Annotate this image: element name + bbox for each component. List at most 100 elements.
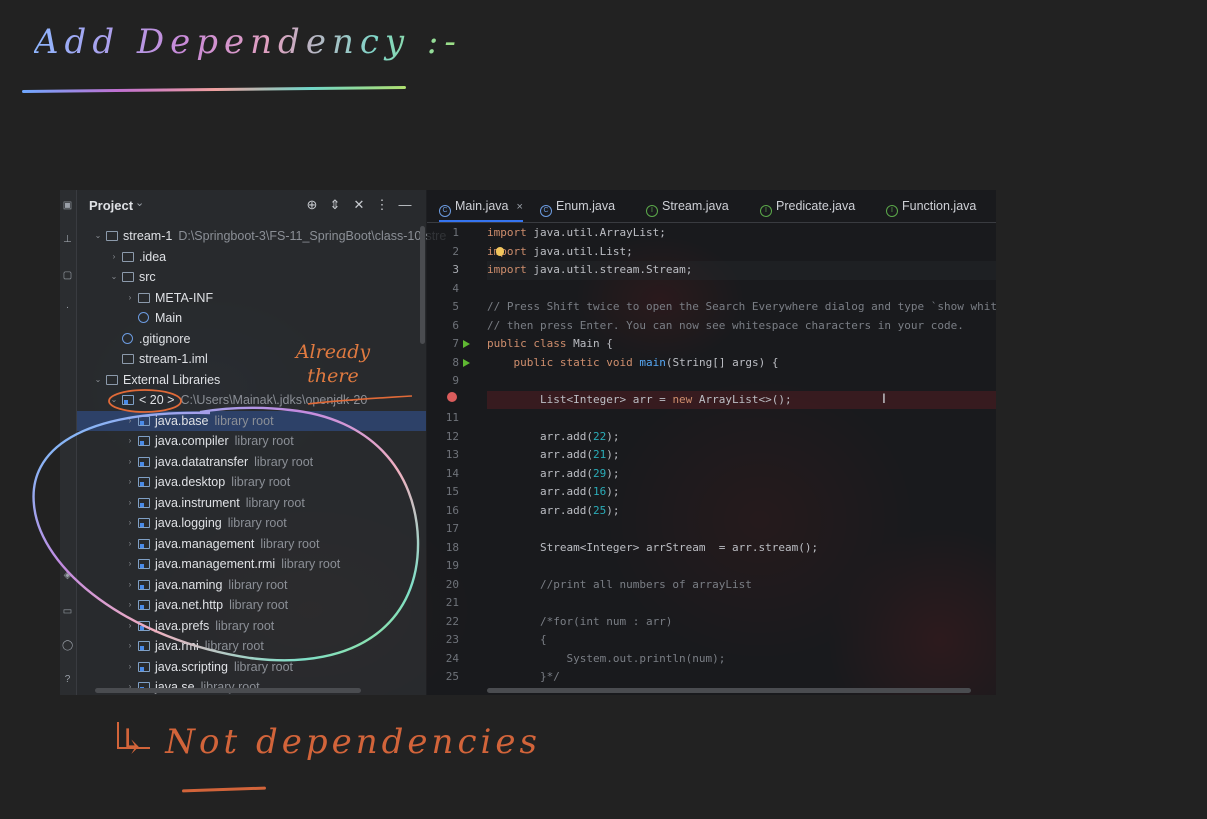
code-line[interactable]: arr.add(25); bbox=[487, 502, 996, 521]
project-panel-title[interactable]: Project bbox=[89, 198, 133, 213]
chevron-right-icon[interactable]: › bbox=[125, 595, 135, 616]
title-underline bbox=[21, 85, 407, 94]
chevron-right-icon[interactable]: › bbox=[125, 616, 135, 637]
chevron-right-icon[interactable]: › bbox=[125, 513, 135, 534]
chevron-right-icon[interactable]: › bbox=[125, 636, 135, 657]
minimize-icon[interactable]: — bbox=[397, 197, 413, 213]
code-line[interactable]: arr.add(29); bbox=[487, 465, 996, 484]
editor-tab[interactable]: C Enum.java bbox=[540, 190, 615, 222]
tree-item[interactable]: ⌄ stream-1 D:\Springboot-3\FS-11_SpringBoo… bbox=[77, 226, 447, 247]
commit-tool-icon[interactable]: ⊥ bbox=[62, 234, 73, 245]
services-tool-icon[interactable]: ◈ bbox=[62, 570, 73, 581]
chevron-right-icon[interactable]: › bbox=[125, 534, 135, 555]
breakpoint-icon[interactable] bbox=[447, 392, 457, 402]
tree-item[interactable]: › java.rmi library root bbox=[77, 636, 426, 657]
code-line[interactable]: public class Main { bbox=[487, 335, 996, 354]
chevron-right-icon[interactable]: › bbox=[109, 247, 119, 268]
tree-item[interactable]: Main bbox=[77, 308, 426, 329]
problems-tool-icon[interactable]: ◯ bbox=[62, 640, 73, 651]
help-tool-icon[interactable]: ? bbox=[62, 674, 73, 685]
tree-item[interactable]: › java.scripting library root bbox=[77, 657, 426, 678]
tree-item[interactable]: ⌄ < 20 > C:\Users\Mainak\.jdks\openjdk-20 bbox=[77, 390, 426, 411]
collapse-all-icon[interactable]: ✕ bbox=[351, 197, 367, 213]
terminal-tool-icon[interactable]: ▭ bbox=[62, 606, 73, 617]
editor-tab[interactable]: C Main.java × bbox=[439, 190, 523, 222]
chevron-right-icon[interactable]: › bbox=[125, 288, 135, 309]
editor-tab[interactable]: I Function.java bbox=[886, 190, 976, 222]
chevron-right-icon[interactable]: › bbox=[125, 493, 135, 514]
tree-item[interactable]: › java.desktop library root bbox=[77, 472, 426, 493]
chevron-down-icon[interactable]: ⌄ bbox=[109, 267, 119, 288]
more-tools-icon[interactable]: · bbox=[62, 302, 73, 313]
tree-item[interactable]: › java.instrument library root bbox=[77, 493, 426, 514]
chevron-down-icon[interactable]: ⌄ bbox=[135, 196, 144, 209]
code-line[interactable]: Stream<Integer> arrStream = arr.stream()… bbox=[487, 539, 996, 558]
code-line[interactable]: arr.add(21); bbox=[487, 446, 996, 465]
tree-item[interactable]: › java.net.http library root bbox=[77, 595, 426, 616]
editor-tabs: C Main.java × C Enum.java I Stream.java I Predic… bbox=[427, 190, 996, 223]
chevron-right-icon[interactable]: › bbox=[125, 452, 135, 473]
run-gutter-icon[interactable] bbox=[463, 358, 470, 367]
tree-item[interactable]: › META-INF bbox=[77, 288, 426, 309]
lightbulb-icon[interactable] bbox=[496, 247, 504, 256]
code-line[interactable]: // then press Enter. You can now see whi… bbox=[487, 317, 996, 336]
chevron-right-icon[interactable]: › bbox=[125, 575, 135, 596]
structure-tool-icon[interactable]: ▢ bbox=[62, 270, 73, 281]
tree-item-hint: library root bbox=[227, 516, 287, 530]
run-gutter-icon[interactable] bbox=[463, 340, 470, 348]
project-tool-icon[interactable]: ▣ bbox=[62, 200, 73, 211]
tree-item[interactable]: › java.base library root bbox=[77, 410, 426, 432]
chevron-down-icon[interactable]: ⌄ bbox=[109, 390, 119, 411]
tree-item[interactable]: › java.logging library root bbox=[77, 513, 426, 534]
code-line[interactable]: // Press Shift twice to open the Search … bbox=[487, 298, 996, 317]
chevron-right-icon[interactable]: › bbox=[125, 411, 135, 432]
line-number: 2 bbox=[452, 244, 459, 258]
tree-item[interactable]: › java.prefs library root bbox=[77, 616, 426, 637]
locate-icon[interactable]: ⊕ bbox=[304, 197, 320, 213]
code-line[interactable] bbox=[487, 409, 996, 428]
tree-item[interactable]: › java.datatransfer library root bbox=[77, 452, 426, 473]
chevron-down-icon[interactable]: ⌄ bbox=[93, 370, 103, 391]
chevron-right-icon[interactable]: › bbox=[125, 554, 135, 575]
tree-item[interactable]: › .idea bbox=[77, 247, 426, 268]
tree-item[interactable]: › java.management library root bbox=[77, 534, 426, 555]
tree-item-label: .idea bbox=[139, 249, 167, 264]
code-line[interactable]: //print all numbers of arrayList bbox=[487, 576, 996, 595]
code-line[interactable]: System.out.println(num); bbox=[487, 650, 996, 669]
code-line[interactable]: import java.util.List; bbox=[487, 243, 996, 262]
code-line[interactable]: List<Integer> arr = new ArrayList<>(); bbox=[487, 390, 996, 409]
code-line[interactable] bbox=[487, 280, 996, 299]
code-line[interactable]: import java.util.ArrayList; bbox=[487, 224, 996, 243]
tree-item[interactable]: › java.compiler library root bbox=[77, 431, 426, 452]
code-line[interactable] bbox=[487, 594, 996, 613]
code-line[interactable]: arr.add(22); bbox=[487, 428, 996, 447]
tree-item-hint: library root bbox=[281, 557, 341, 571]
chevron-down-icon[interactable]: ⌄ bbox=[93, 226, 103, 247]
code-area[interactable]: import java.util.ArrayList; import java.u… bbox=[487, 224, 996, 694]
editor-horizontal-scrollbar[interactable] bbox=[487, 688, 971, 693]
editor-tab[interactable]: I Predicate.java bbox=[760, 190, 855, 222]
code-line[interactable]: import java.util.stream.Stream; bbox=[487, 261, 996, 280]
code-line[interactable]: public static void main(String[] args) { bbox=[487, 354, 996, 373]
tree-item[interactable]: › java.naming library root bbox=[77, 575, 426, 596]
code-line[interactable] bbox=[487, 520, 996, 539]
chevron-right-icon[interactable]: › bbox=[125, 472, 135, 493]
chevron-right-icon[interactable]: › bbox=[125, 431, 135, 452]
tree-horizontal-scrollbar[interactable] bbox=[95, 688, 361, 693]
code-line[interactable] bbox=[487, 372, 996, 391]
code-line[interactable] bbox=[487, 557, 996, 576]
code-line[interactable]: arr.add(16); bbox=[487, 483, 996, 502]
close-tab-icon[interactable]: × bbox=[517, 201, 523, 213]
editor-tab[interactable]: I Stream.java bbox=[646, 190, 729, 222]
code-line[interactable]: }*/ bbox=[487, 668, 996, 687]
more-options-icon[interactable]: ⋮ bbox=[374, 197, 390, 213]
expand-all-icon[interactable]: ⇕ bbox=[327, 197, 343, 213]
tree-item-hint: library root bbox=[254, 454, 314, 469]
code-line[interactable]: { bbox=[487, 631, 996, 650]
tree-item[interactable]: › java.management.rmi library root bbox=[77, 554, 426, 575]
tree-item[interactable]: ⌄ src bbox=[77, 267, 426, 288]
chevron-right-icon[interactable]: › bbox=[125, 657, 135, 678]
code-line[interactable]: /*for(int num : arr) bbox=[487, 613, 996, 632]
library-icon bbox=[138, 477, 150, 487]
tree-vertical-scrollbar[interactable] bbox=[420, 226, 425, 344]
